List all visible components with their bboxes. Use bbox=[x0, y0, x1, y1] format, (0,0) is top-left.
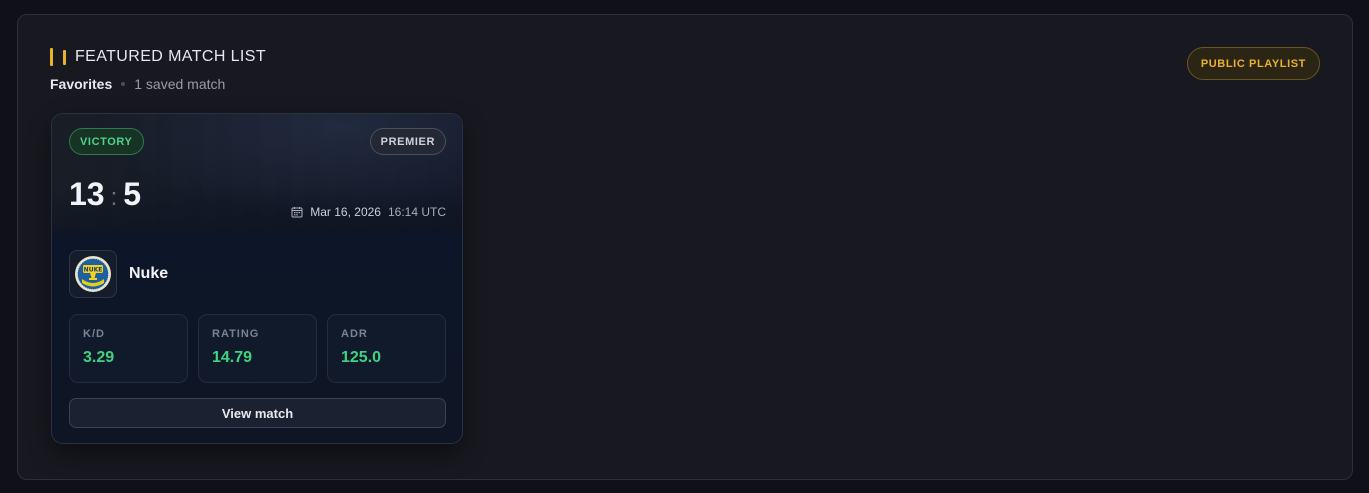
nuke-logo: NUKE bbox=[75, 256, 111, 292]
result-badge: VICTORY bbox=[69, 128, 144, 155]
stats-row: K/D 3.29 RATING 14.79 ADR 125.0 bbox=[69, 314, 446, 383]
separator-dot bbox=[121, 82, 126, 86]
match-card[interactable]: VICTORY PREMIER 13 : 5 Mar 16, 2026 16:1… bbox=[51, 113, 463, 444]
score-enemy: 5 bbox=[123, 176, 142, 212]
score-separator: : bbox=[110, 184, 118, 211]
accent-bar bbox=[63, 49, 66, 65]
stat-kd: K/D 3.29 bbox=[69, 314, 188, 383]
view-match-button[interactable]: View match bbox=[69, 398, 446, 428]
match-datetime: Mar 16, 2026 16:14 UTC bbox=[291, 205, 446, 219]
stat-adr: ADR 125.0 bbox=[327, 314, 446, 383]
stat-label: RATING bbox=[212, 328, 260, 340]
subtitle-row: Favorites 1 saved match bbox=[50, 76, 266, 92]
page-title: FEATURED MATCH LIST bbox=[75, 48, 267, 65]
stat-label: ADR bbox=[341, 328, 368, 340]
panel-header: FEATURED MATCH LIST Favorites 1 saved ma… bbox=[50, 47, 266, 92]
stat-value: 125.0 bbox=[341, 349, 382, 366]
match-score: 13 : 5 bbox=[69, 176, 141, 216]
mode-badge: PREMIER bbox=[369, 128, 446, 155]
stat-value: 3.29 bbox=[83, 349, 115, 366]
match-time: 16:14 UTC bbox=[387, 205, 446, 219]
public-playlist-badge: PUBLIC PLAYLIST bbox=[1186, 47, 1320, 80]
match-date: Mar 16, 2026 bbox=[310, 205, 381, 219]
stat-rating: RATING 14.79 bbox=[198, 314, 317, 383]
accent-bar bbox=[50, 48, 53, 66]
match-count: 1 saved match bbox=[134, 76, 226, 92]
calendar-icon bbox=[291, 207, 303, 218]
title-row: FEATURED MATCH LIST bbox=[50, 47, 266, 67]
stat-label: K/D bbox=[83, 328, 105, 340]
map-name: Nuke bbox=[129, 265, 169, 282]
nuke-map-icon: NUKE bbox=[69, 250, 117, 298]
collection-name: Favorites bbox=[50, 76, 113, 92]
stat-value: 14.79 bbox=[212, 349, 253, 366]
featured-match-list-panel: FEATURED MATCH LIST Favorites 1 saved ma… bbox=[17, 14, 1353, 480]
map-info: NUKE Nuke bbox=[69, 250, 168, 298]
score-team: 13 bbox=[69, 176, 105, 212]
svg-text:NUKE: NUKE bbox=[84, 267, 103, 274]
